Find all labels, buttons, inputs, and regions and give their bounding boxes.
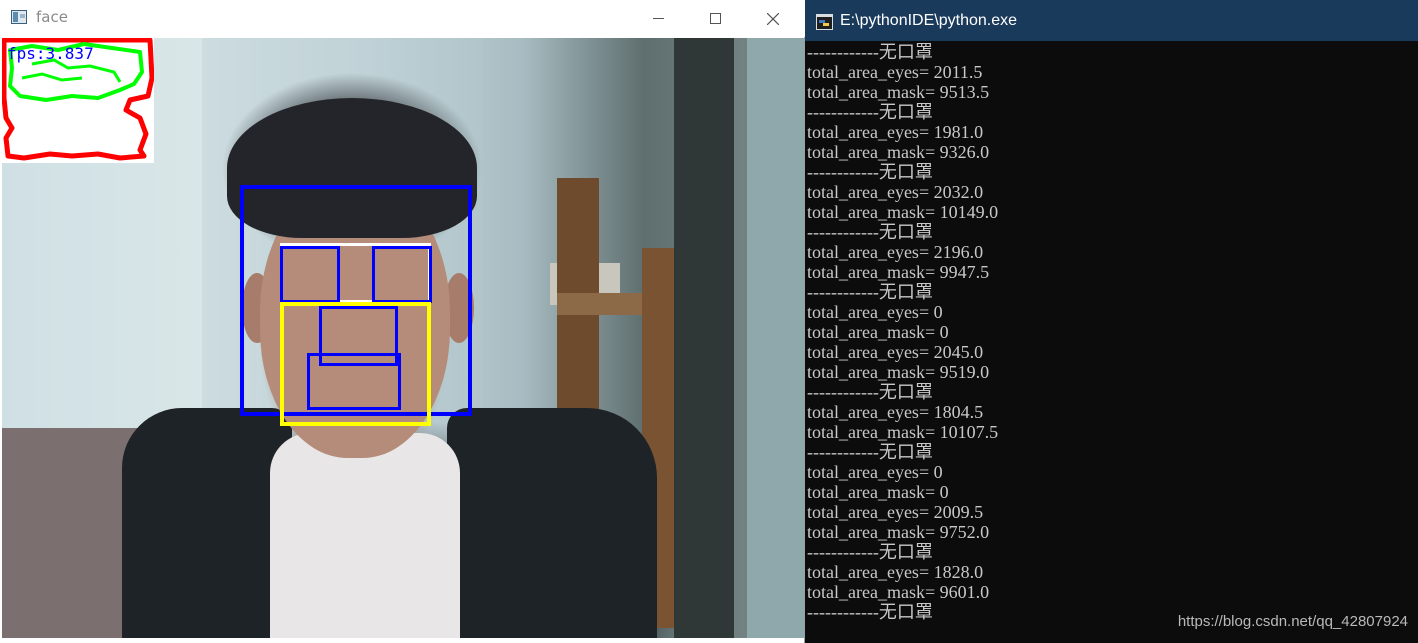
console-line: ------------无口罩 — [807, 442, 933, 462]
mouth-box — [307, 353, 401, 410]
console-line: total_area_mask= 10149.0 — [807, 202, 999, 222]
console-window: E:\pythonIDE\python.exe ------------无口罩 t… — [805, 0, 1418, 643]
console-line: total_area_eyes= 1828.0 — [807, 562, 984, 582]
close-icon — [767, 12, 779, 25]
console-line: total_area_eyes= 1981.0 — [807, 122, 984, 142]
left-eye-box — [280, 246, 340, 303]
minimize-icon — [652, 18, 664, 19]
console-line: ------------无口罩 — [807, 162, 933, 182]
console-line: total_area_eyes= 2009.5 — [807, 502, 984, 522]
console-line: ------------无口罩 — [807, 542, 933, 562]
console-line: total_area_mask= 9513.5 — [807, 82, 990, 102]
person-shirt — [270, 433, 460, 638]
person-jacket — [122, 408, 292, 638]
fps-label: fps:3.837 — [7, 44, 94, 63]
face-window: face fps:3.837 — [0, 0, 805, 643]
console-titlebar[interactable]: E:\pythonIDE\python.exe — [805, 0, 1418, 41]
console-line: ------------无口罩 — [807, 102, 933, 122]
face-window-title: face — [36, 8, 68, 26]
console-line: total_area_eyes= 0 — [807, 462, 943, 482]
console-line: total_area_eyes= 2196.0 — [807, 242, 984, 262]
python-console-icon — [816, 14, 833, 30]
maximize-button[interactable] — [686, 0, 744, 37]
console-output[interactable]: ------------无口罩 total_area_eyes= 2011.5 to… — [807, 42, 1418, 622]
close-button[interactable] — [744, 0, 802, 37]
console-line: total_area_eyes= 0 — [807, 302, 943, 322]
window-glass — [747, 38, 804, 638]
camera-feed: fps:3.837 — [2, 38, 804, 638]
bed-background — [2, 428, 142, 638]
console-line: total_area_eyes= 2011.5 — [807, 62, 983, 82]
person-jacket — [447, 408, 657, 638]
console-line: total_area_mask= 10107.5 — [807, 422, 999, 442]
console-line: ------------无口罩 — [807, 282, 933, 302]
console-line: total_area_mask= 9947.5 — [807, 262, 990, 282]
window-frame — [674, 38, 734, 638]
watermark-text: https://blog.csdn.net/qq_42807924 — [1177, 613, 1408, 630]
face-window-titlebar[interactable]: face — [0, 0, 805, 37]
console-line: total_area_eyes= 1804.5 — [807, 402, 984, 422]
maximize-icon — [709, 13, 721, 24]
console-line: total_area_mask= 0 — [807, 482, 949, 502]
console-line: total_area_mask= 9752.0 — [807, 522, 990, 542]
console-title: E:\pythonIDE\python.exe — [840, 12, 1017, 29]
console-line: total_area_mask= 9519.0 — [807, 362, 990, 382]
right-eye-box — [372, 246, 432, 303]
console-line: ------------无口罩 — [807, 222, 933, 242]
console-line: total_area_mask= 0 — [807, 322, 949, 342]
console-line: ------------无口罩 — [807, 42, 933, 62]
console-line: total_area_eyes= 2045.0 — [807, 342, 984, 362]
console-line: total_area_mask= 9326.0 — [807, 142, 990, 162]
opencv-window-icon — [11, 10, 27, 24]
minimize-button[interactable] — [629, 0, 687, 37]
console-line: total_area_eyes= 2032.0 — [807, 182, 984, 202]
console-line: total_area_mask= 9601.0 — [807, 582, 990, 602]
console-line: ------------无口罩 — [807, 382, 933, 402]
